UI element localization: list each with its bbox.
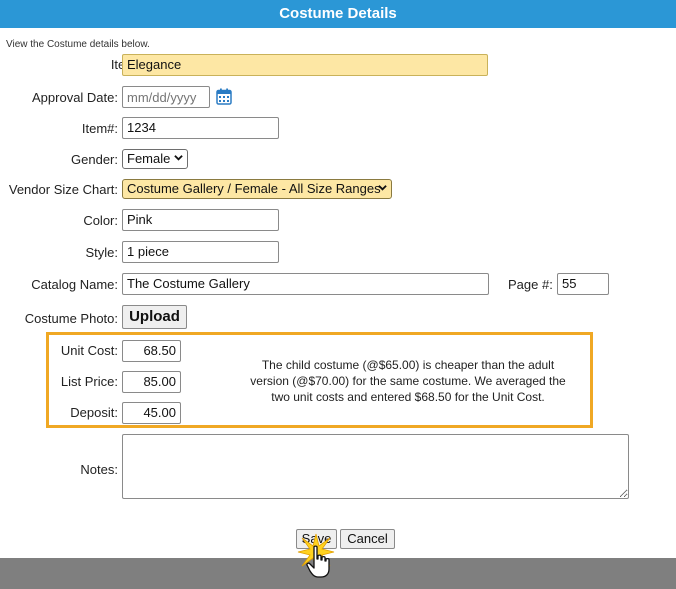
deposit-input[interactable]: 45.00 xyxy=(122,402,181,424)
cost-note: The child costume (@$65.00) is cheaper t… xyxy=(250,358,566,404)
chevron-down-icon xyxy=(378,185,387,191)
catalog-name-input[interactable]: The Costume Gallery xyxy=(122,273,489,295)
gender-select[interactable]: Female xyxy=(122,149,188,169)
hand-pointer-icon xyxy=(306,545,332,579)
page-title: Costume Details xyxy=(0,0,676,28)
upload-button[interactable]: Upload xyxy=(122,305,187,329)
gender-label: Gender: xyxy=(71,152,118,167)
vendor-size-chart-select[interactable]: Costume Gallery / Female - All Size Rang… xyxy=(122,179,392,199)
color-input[interactable]: Pink xyxy=(122,209,279,231)
style-label: Style: xyxy=(85,245,118,260)
unit-cost-input[interactable]: 68.50 xyxy=(122,340,181,362)
notes-label: Notes: xyxy=(80,462,118,477)
costume-photo-label: Costume Photo: xyxy=(24,311,118,326)
cancel-button[interactable]: Cancel xyxy=(340,529,395,549)
unit-cost-label: Unit Cost: xyxy=(60,343,118,358)
deposit-label: Deposit: xyxy=(70,405,118,420)
calendar-icon[interactable] xyxy=(216,88,232,105)
color-label: Color: xyxy=(83,213,118,228)
intro-text: View the Costume details below. xyxy=(6,39,150,50)
list-price-label: List Price: xyxy=(60,374,118,389)
item-name-input[interactable]: Elegance xyxy=(122,54,488,76)
chevron-down-icon xyxy=(174,155,183,161)
item-number-label: Item#: xyxy=(81,121,118,136)
gender-select-value: Female xyxy=(127,151,171,166)
item-number-input[interactable]: 1234 xyxy=(122,117,279,139)
approval-date-input[interactable] xyxy=(122,86,210,108)
vendor-size-chart-value: Costume Gallery / Female - All Size Rang… xyxy=(127,181,381,196)
notes-textarea[interactable] xyxy=(122,434,629,499)
style-input[interactable]: 1 piece xyxy=(122,241,279,263)
page-number-input[interactable]: 55 xyxy=(557,273,609,295)
list-price-input[interactable]: 85.00 xyxy=(122,371,181,393)
page-number-label: Page #: xyxy=(508,277,553,292)
catalog-name-label: Catalog Name: xyxy=(31,277,118,292)
vendor-size-chart-label: Vendor Size Chart: xyxy=(8,182,118,197)
footer-bar xyxy=(0,558,676,589)
approval-date-label: Approval Date: xyxy=(32,90,118,105)
